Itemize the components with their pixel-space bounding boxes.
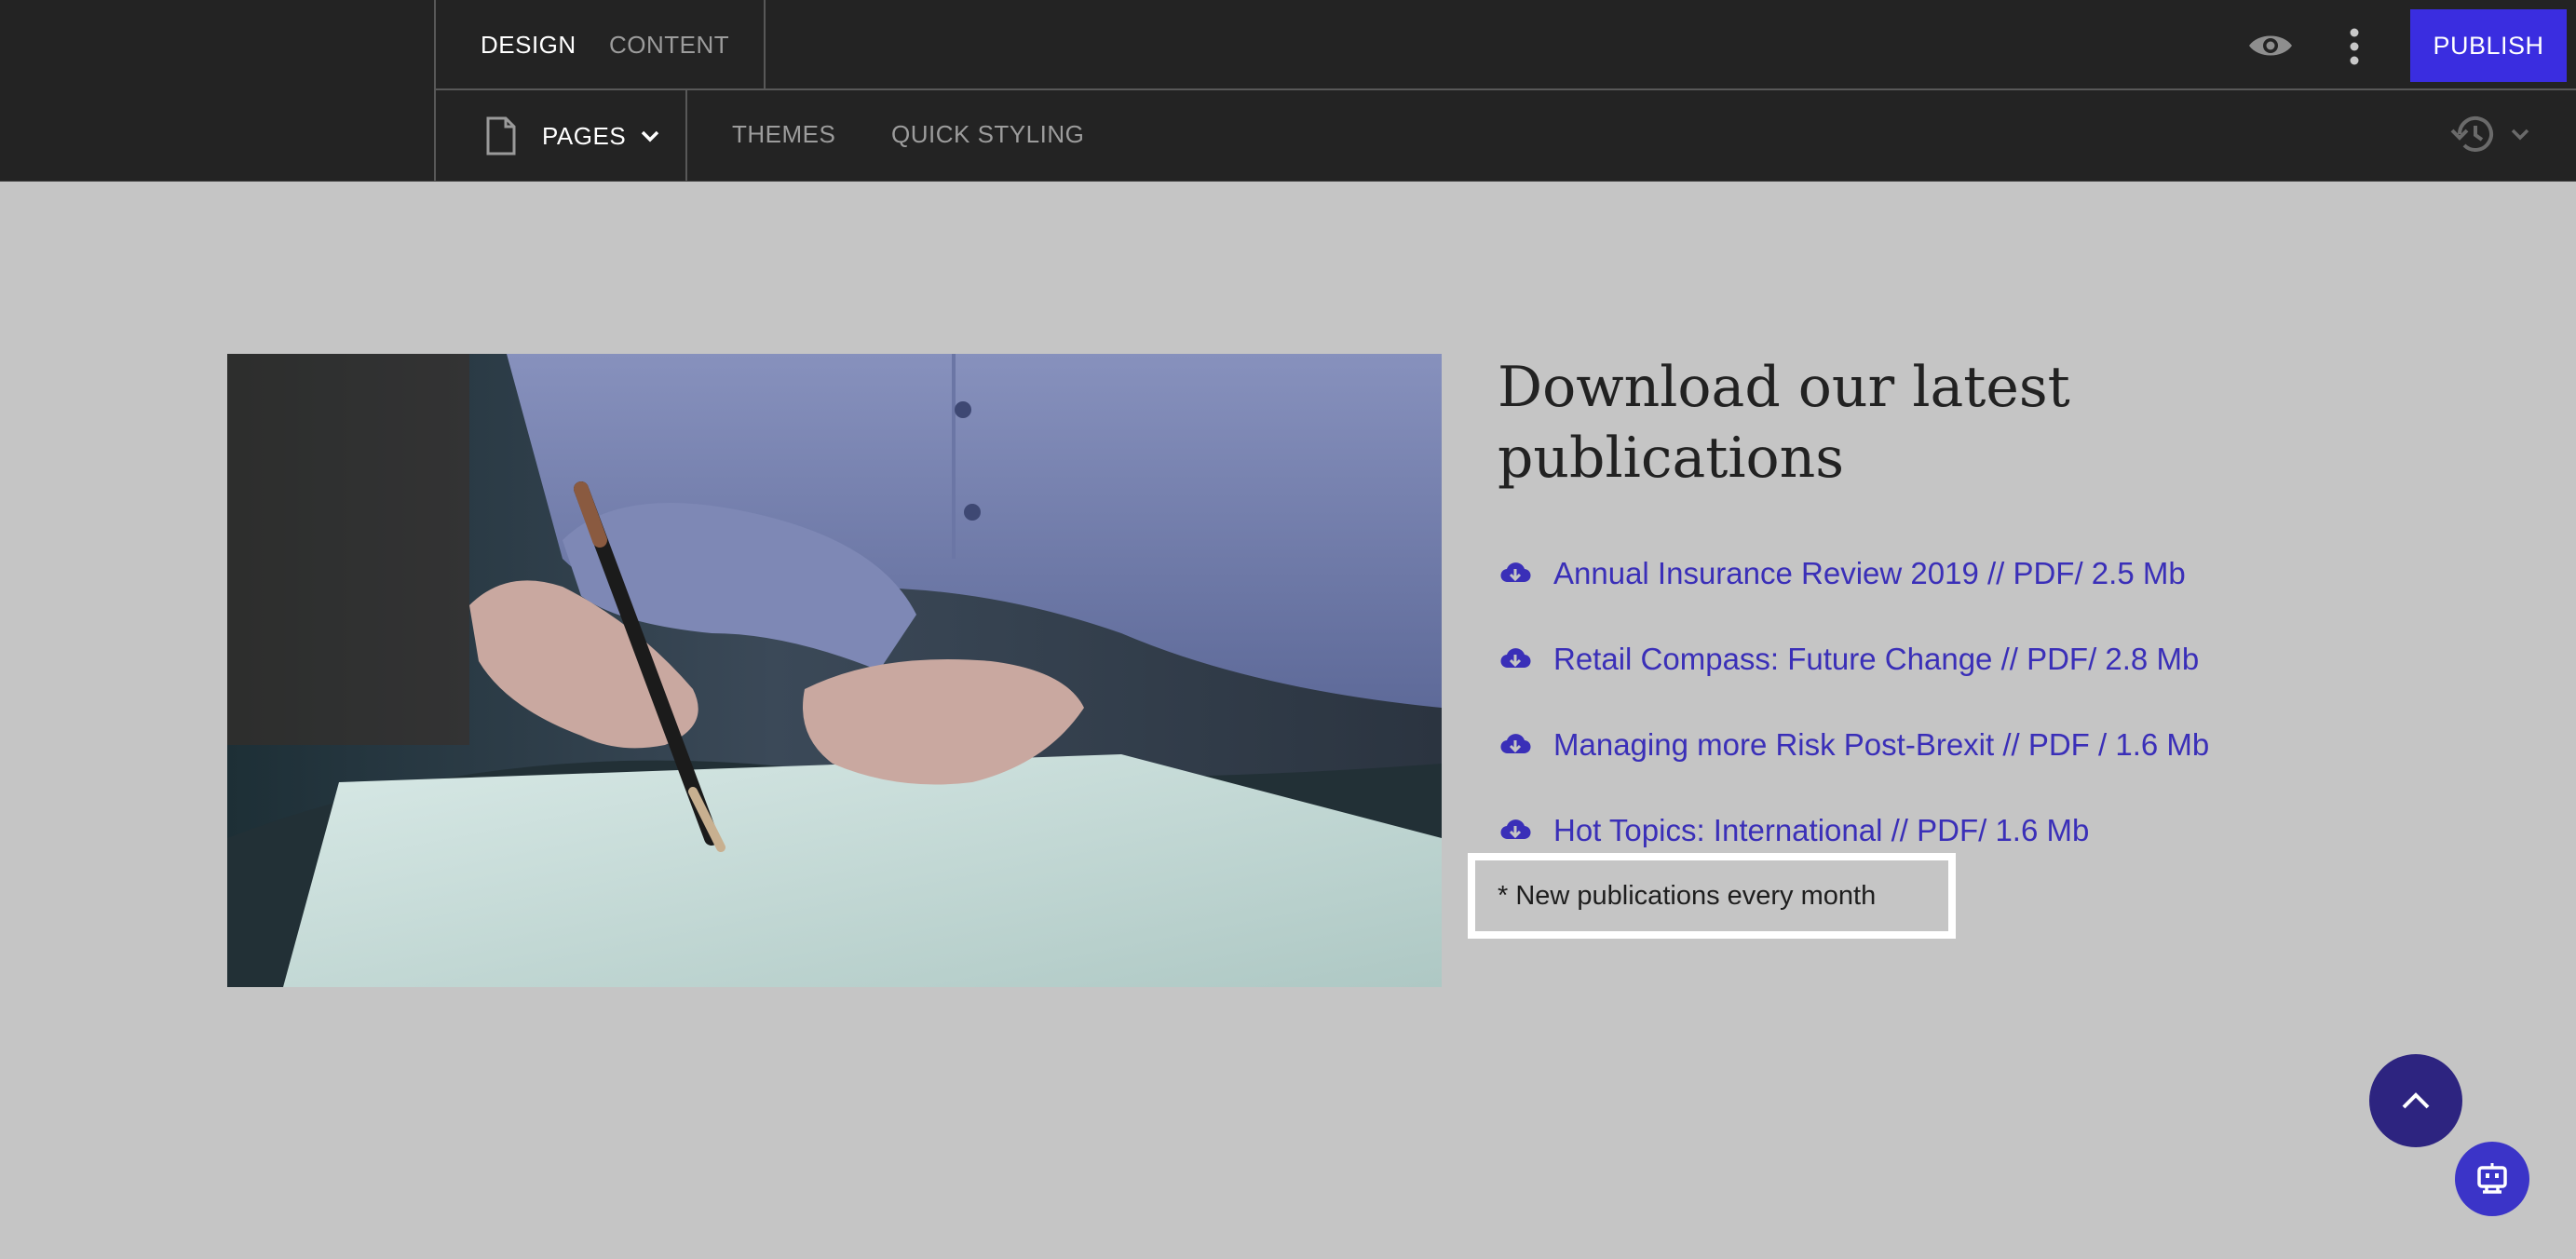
cloud-download-icon [1500,648,1531,669]
page-heading: Download our latest publications [1498,355,2070,491]
publication-label: Hot Topics: International // PDF/ 1.6 Mb [1553,813,2090,847]
toolbar-divider [434,88,2576,90]
tab-quick-styling[interactable]: QUICK STYLING [891,120,1084,149]
publication-label: Managing more Risk Post-Brexit // PDF / … [1553,727,2210,762]
publication-label: Annual Insurance Review 2019 // PDF/ 2.5… [1553,556,2186,590]
history-chevron-down-icon[interactable] [2507,121,2533,147]
publish-button[interactable]: PUBLISH [2410,9,2567,82]
cloud-download-icon [1500,819,1531,840]
toolbar-divider [685,89,687,181]
publication-link-3[interactable]: Managing more Risk Post-Brexit // PDF / … [1499,723,2209,767]
note-text[interactable]: * New publications every month [1468,853,1956,939]
publication-link-1[interactable]: Annual Insurance Review 2019 // PDF/ 2.5… [1499,551,2186,596]
hero-image [227,354,1442,987]
document-icon [484,115,518,156]
history-icon[interactable] [2446,110,2498,158]
toolbar-divider [434,0,436,181]
publication-link-2[interactable]: Retail Compass: Future Change // PDF/ 2.… [1499,637,2199,682]
scroll-to-top-button[interactable] [2369,1054,2462,1147]
cloud-download-icon [1500,734,1531,754]
eye-icon[interactable] [2244,22,2297,69]
pages-label: PAGES [542,121,627,150]
toolbar-divider [764,0,766,89]
publication-link-4[interactable]: Hot Topics: International // PDF/ 1.6 Mb [1499,808,2089,853]
chat-bot-icon [2477,1163,2507,1194]
pages-dropdown[interactable]: PAGES [484,110,663,162]
editor-toolbar: DESIGN CONTENT PUBLISH PAGES THEMES QUIC… [0,0,2576,182]
cloud-download-icon [1500,562,1531,583]
tab-themes[interactable]: THEMES [732,120,835,149]
publication-label: Retail Compass: Future Change // PDF/ 2.… [1553,642,2200,676]
tab-content[interactable]: CONTENT [609,31,729,60]
chat-bot-button[interactable] [2455,1142,2529,1216]
chevron-down-icon [637,123,663,149]
tab-design[interactable]: DESIGN [481,31,576,60]
more-vertical-icon[interactable] [2336,22,2373,71]
chevron-up-icon [2402,1092,2430,1109]
